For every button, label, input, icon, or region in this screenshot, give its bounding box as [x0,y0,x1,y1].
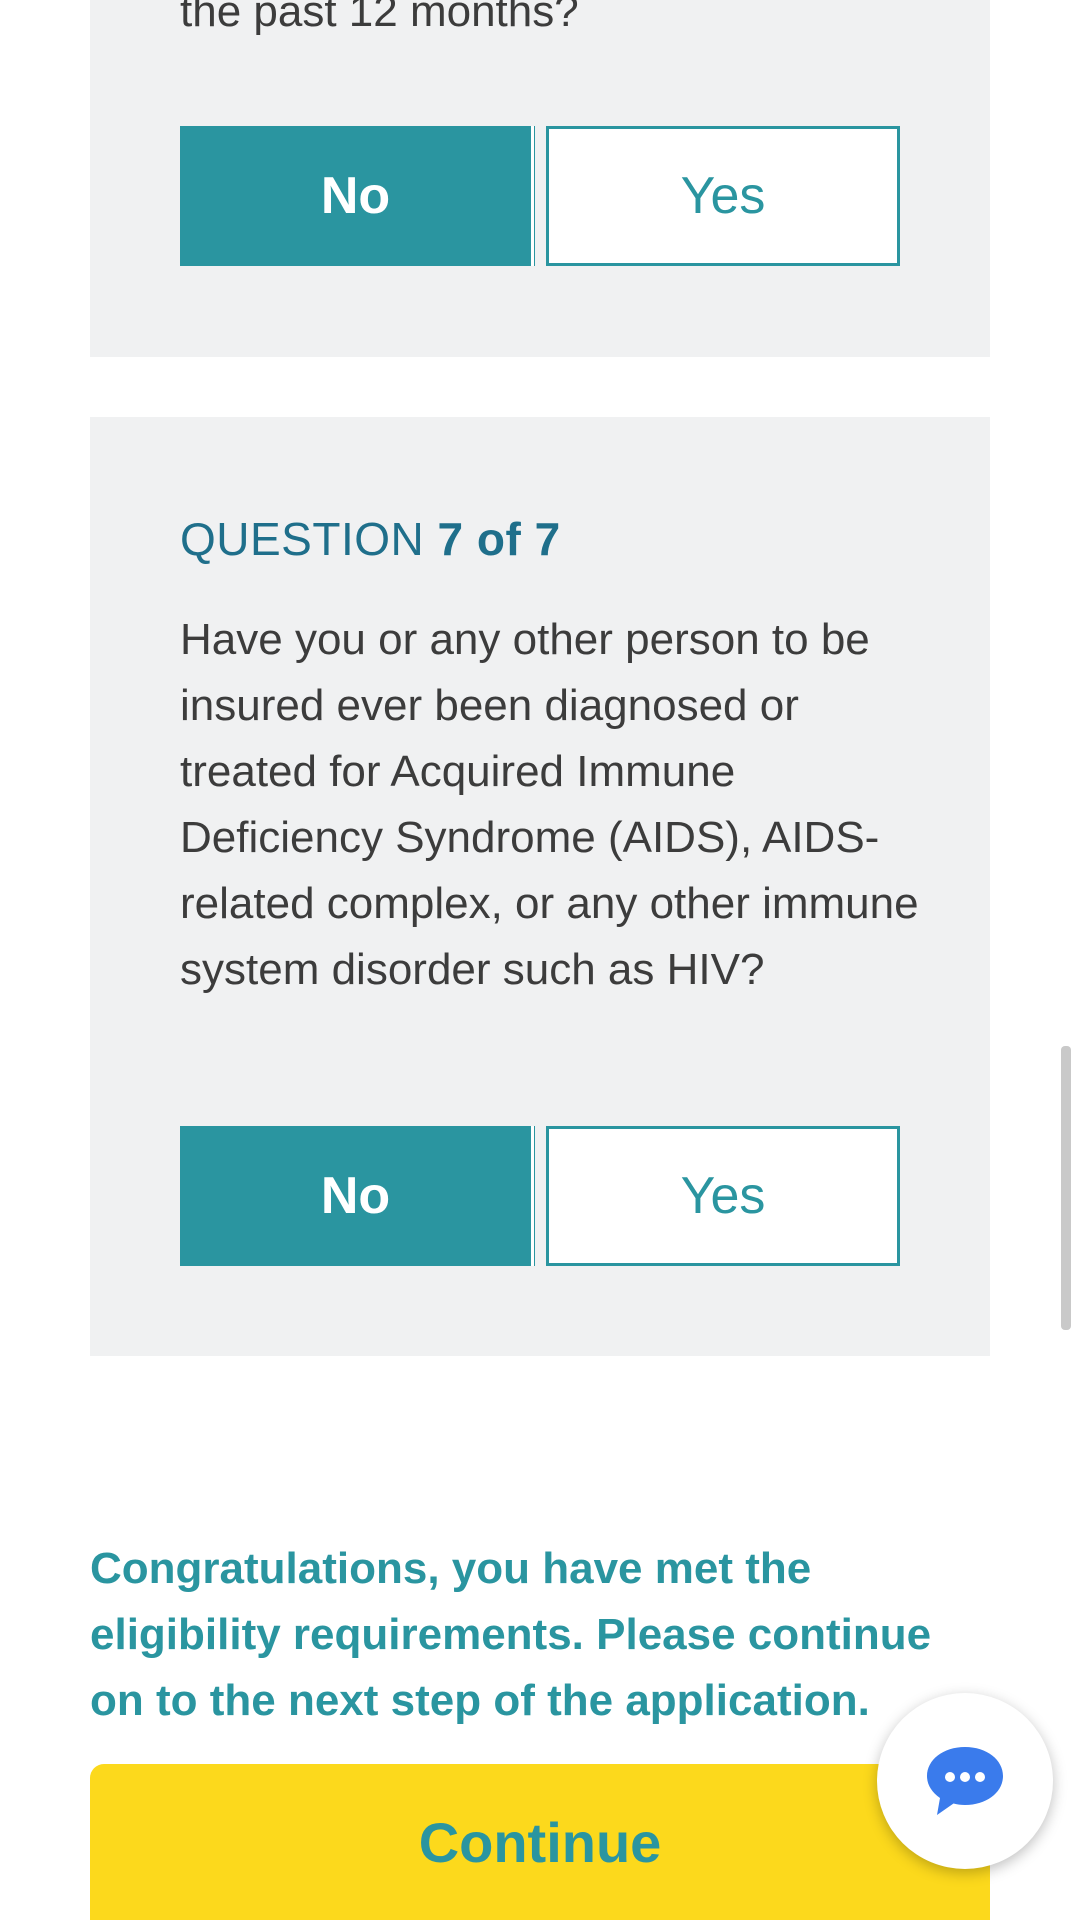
continue-button[interactable]: Continue [90,1764,990,1920]
chat-button[interactable] [877,1693,1053,1869]
question-number: 7 of 7 [437,513,561,565]
question-7-yes-button[interactable]: Yes [546,1126,900,1266]
eligibility-message: Congratulations, you have met the eligib… [90,1544,932,1725]
question-7-answer-group: No Yes [180,1126,900,1266]
question-6-yes-button[interactable]: Yes [546,126,900,266]
question-label-prefix: QUESTION [180,513,425,565]
question-6-no-button[interactable]: No [180,126,534,266]
question-6-text: the past 12 months? [180,0,579,36]
question-6-answer-group: No Yes [180,126,900,266]
chat-bubble-icon [927,1747,1003,1815]
scrollbar[interactable] [1061,1046,1071,1330]
question-6-card: the past 12 months? No Yes [90,0,990,357]
page: the past 12 months? No Yes QUESTION 7 of… [0,0,1080,1920]
question-7-text: Have you or any other person to be insur… [180,615,919,994]
question-7-label: QUESTION 7 of 7 [180,511,561,567]
question-7-card: QUESTION 7 of 7 Have you or any other pe… [90,417,990,1356]
question-7-no-button[interactable]: No [180,1126,534,1266]
